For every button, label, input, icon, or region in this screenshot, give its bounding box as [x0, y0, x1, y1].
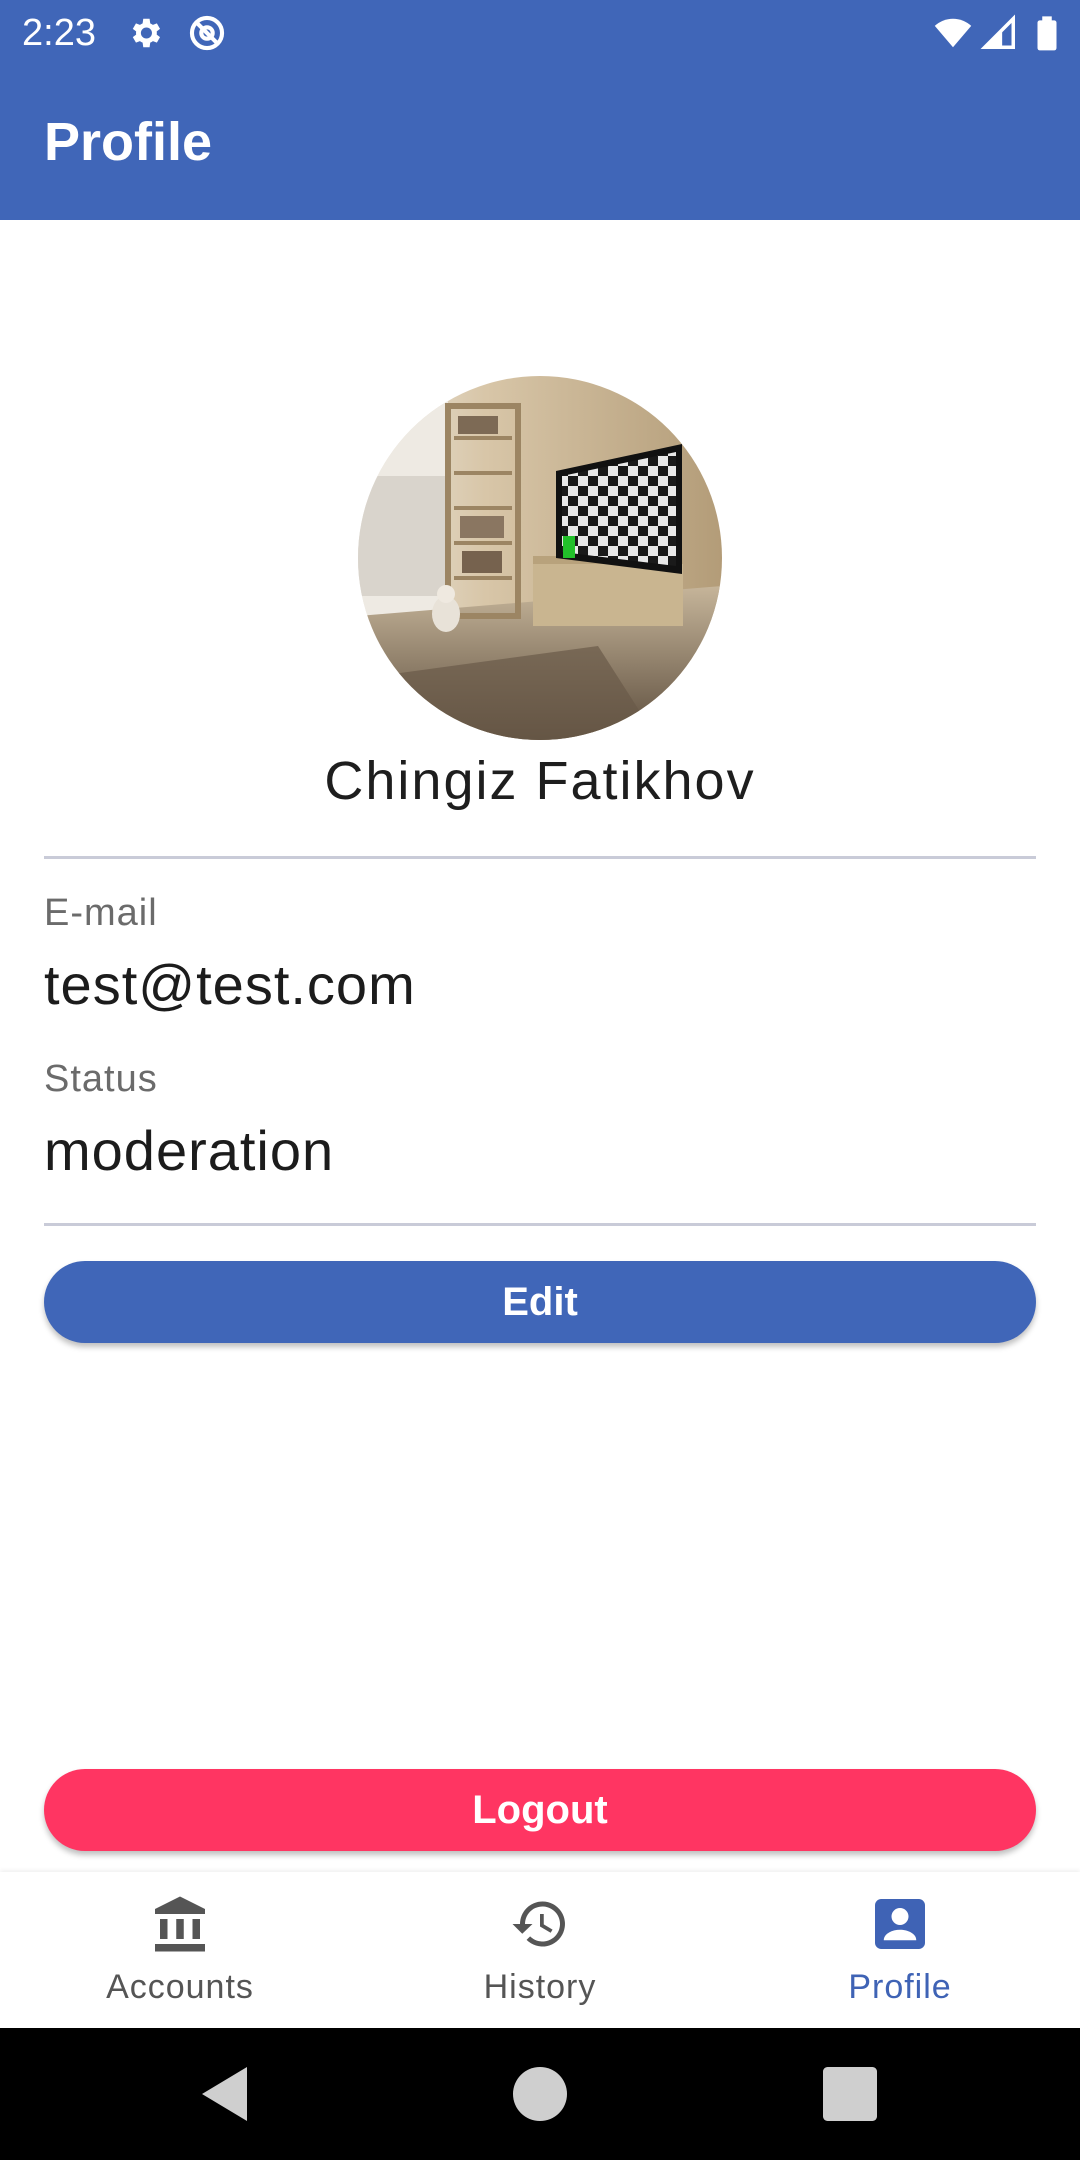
recents-icon[interactable] — [814, 2058, 886, 2130]
system-navigation-bar — [0, 2028, 1080, 2160]
bottom-navigation: Accounts History Profile — [0, 1872, 1080, 2028]
divider — [44, 856, 1036, 859]
avatar-photo — [358, 376, 722, 740]
at-sign-icon — [189, 15, 225, 51]
nav-item-history[interactable]: History — [360, 1872, 720, 2028]
status-bar: 2:23 — [0, 0, 1080, 66]
back-icon[interactable] — [190, 2058, 262, 2130]
history-icon — [512, 1901, 565, 1947]
profile-icon — [875, 1899, 925, 1949]
signal-icon — [980, 14, 1015, 49]
wifi-icon — [934, 18, 972, 48]
battery-icon — [1037, 16, 1057, 51]
logout-button[interactable]: Logout — [44, 1769, 1036, 1851]
nav-label-history: History — [483, 1968, 597, 2006]
email-value: test@test.com — [44, 953, 416, 1016]
gear-icon — [132, 18, 161, 48]
status-value: moderation — [44, 1119, 335, 1182]
app-bar: Profile — [0, 66, 1080, 220]
user-name: Chingiz Fatikhov — [324, 751, 756, 811]
nav-label-accounts: Accounts — [106, 1968, 254, 2006]
bank-icon — [155, 1896, 205, 1952]
nav-item-profile[interactable]: Profile — [720, 1872, 1080, 2028]
divider — [44, 1223, 1036, 1226]
edit-button[interactable]: Edit — [44, 1261, 1036, 1343]
avatar[interactable] — [358, 376, 722, 740]
nav-item-accounts[interactable]: Accounts — [0, 1872, 360, 2028]
status-label: Status — [44, 1058, 158, 1100]
profile-screen: 2:23 Profile Chingiz Fatikhov E-mail tes… — [0, 0, 1080, 2160]
page-title: Profile — [44, 112, 213, 172]
status-time: 2:23 — [22, 12, 96, 54]
email-label: E-mail — [44, 892, 158, 934]
nav-label-profile: Profile — [848, 1968, 952, 2006]
home-icon[interactable] — [504, 2058, 576, 2130]
